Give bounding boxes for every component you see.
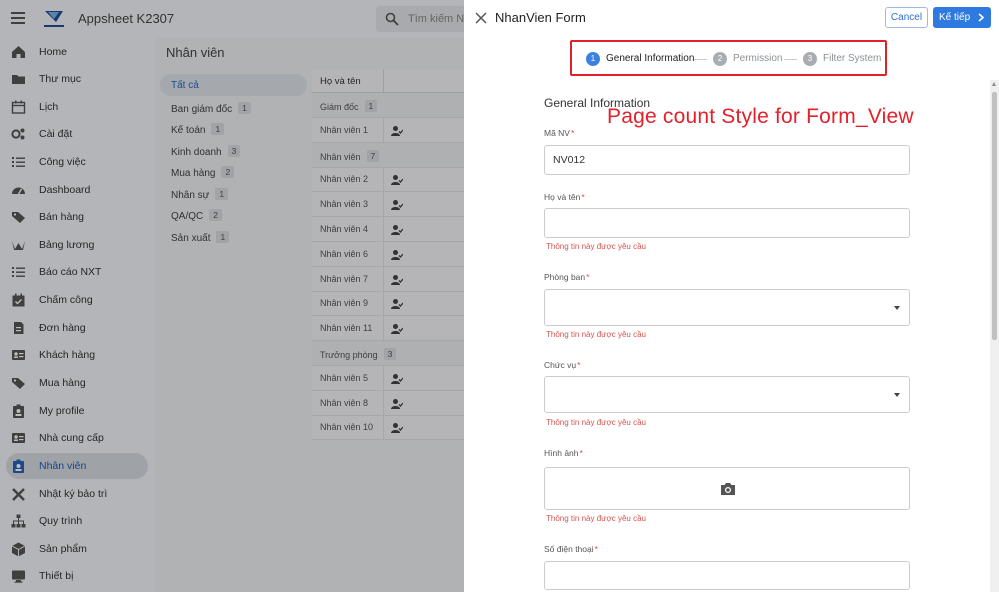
- step-number: 2: [713, 52, 727, 66]
- error-message: Thông tin này được yêu cầu: [546, 514, 646, 523]
- form-title: NhanVien Form: [495, 10, 586, 25]
- hinh-anh-upload[interactable]: [544, 467, 910, 510]
- next-button[interactable]: Kế tiếp: [933, 7, 991, 28]
- field-label-so-dien-thoai: Số điện thoại*: [544, 544, 598, 554]
- step-connector: [694, 59, 707, 60]
- dropdown-arrow-icon: [894, 393, 900, 397]
- field-label-hinh-anh: Hình ảnh*: [544, 448, 583, 458]
- step-label: Filter System: [823, 53, 882, 64]
- chuc-vu-dropdown[interactable]: [544, 376, 910, 413]
- next-button-label: Kế tiếp: [939, 12, 971, 23]
- error-message: Thông tin này được yêu cầu: [546, 418, 646, 427]
- step-label: General Information: [606, 53, 695, 64]
- dropdown-arrow-icon: [894, 306, 900, 310]
- ho-va-ten-input[interactable]: [544, 208, 910, 238]
- scrollbar[interactable]: [990, 80, 999, 592]
- so-dien-thoai-input[interactable]: [544, 561, 910, 590]
- field-label-phong-ban: Phòng ban*: [544, 272, 590, 282]
- error-message: Thông tin này được yêu cầu: [546, 330, 646, 339]
- ma-nv-value: NV012: [553, 154, 586, 166]
- step-number: 1: [586, 52, 600, 66]
- step-connector: [784, 59, 797, 60]
- step-label: Permission: [733, 53, 783, 64]
- page-stepper: 1 General Information 2 Permission 3 Fil…: [570, 40, 887, 76]
- field-label-ma-nv: Mã NV*: [544, 128, 575, 138]
- field-label-ho-va-ten: Họ và tên*: [544, 192, 585, 202]
- field-label-chuc-vu: Chức vụ*: [544, 360, 581, 370]
- chevron-right-icon: [978, 13, 984, 22]
- form-panel: NhanVien Form Cancel Kế tiếp 1 General I…: [464, 0, 999, 592]
- error-message: Thông tin này được yêu cầu: [546, 242, 646, 251]
- scrollbar-thumb[interactable]: [992, 92, 997, 340]
- ma-nv-input[interactable]: NV012: [544, 145, 910, 175]
- annotation-text: Page count Style for Form_View: [607, 105, 914, 128]
- phong-ban-dropdown[interactable]: [544, 289, 910, 326]
- close-icon[interactable]: [474, 11, 488, 25]
- cancel-button[interactable]: Cancel: [885, 7, 928, 28]
- scroll-up-icon[interactable]: [992, 82, 996, 86]
- camera-icon: [721, 483, 735, 495]
- step-number: 3: [803, 52, 817, 66]
- modal-backdrop[interactable]: [0, 0, 464, 592]
